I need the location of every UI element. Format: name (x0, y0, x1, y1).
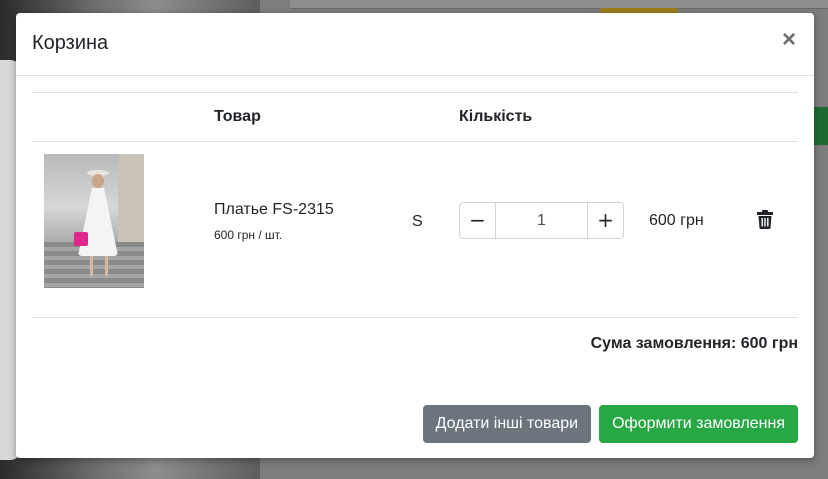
line-total: 600 грн (649, 212, 704, 229)
cart-modal: Корзина × Товар Кількість Платье FS-2315… (16, 13, 814, 458)
quantity-decrease-button[interactable]: − (460, 203, 496, 238)
order-total: Сума замовлення: 600 грн (590, 335, 798, 352)
quantity-input[interactable] (496, 203, 587, 238)
modal-footer: Додати інші товари Оформити замовлення (422, 405, 798, 443)
cart-table: Товар Кількість Платье FS-2315 600 грн /… (32, 92, 798, 318)
trash-icon (757, 210, 773, 229)
table-row: Платье FS-2315 600 грн / шт. S − + 600 г… (32, 142, 798, 318)
background-topbar (290, 0, 828, 9)
product-image[interactable] (44, 154, 144, 288)
table-header: Товар Кількість (32, 92, 798, 142)
product-name[interactable]: Платье FS-2315 (214, 201, 334, 219)
modal-header: Корзина × (16, 13, 814, 76)
product-size: S (412, 213, 423, 230)
quantity-stepper: − + (459, 202, 624, 239)
close-button[interactable]: × (778, 27, 800, 53)
checkout-button[interactable]: Оформити замовлення (599, 405, 798, 443)
modal-title: Корзина (32, 32, 109, 54)
header-quantity: Кількість (459, 108, 533, 125)
product-unit-price: 600 грн / шт. (214, 228, 283, 242)
quantity-increase-button[interactable]: + (587, 203, 623, 238)
add-more-products-button[interactable]: Додати інші товари (422, 405, 592, 443)
header-product: Товар (214, 108, 261, 125)
delete-item-button[interactable] (755, 209, 775, 233)
